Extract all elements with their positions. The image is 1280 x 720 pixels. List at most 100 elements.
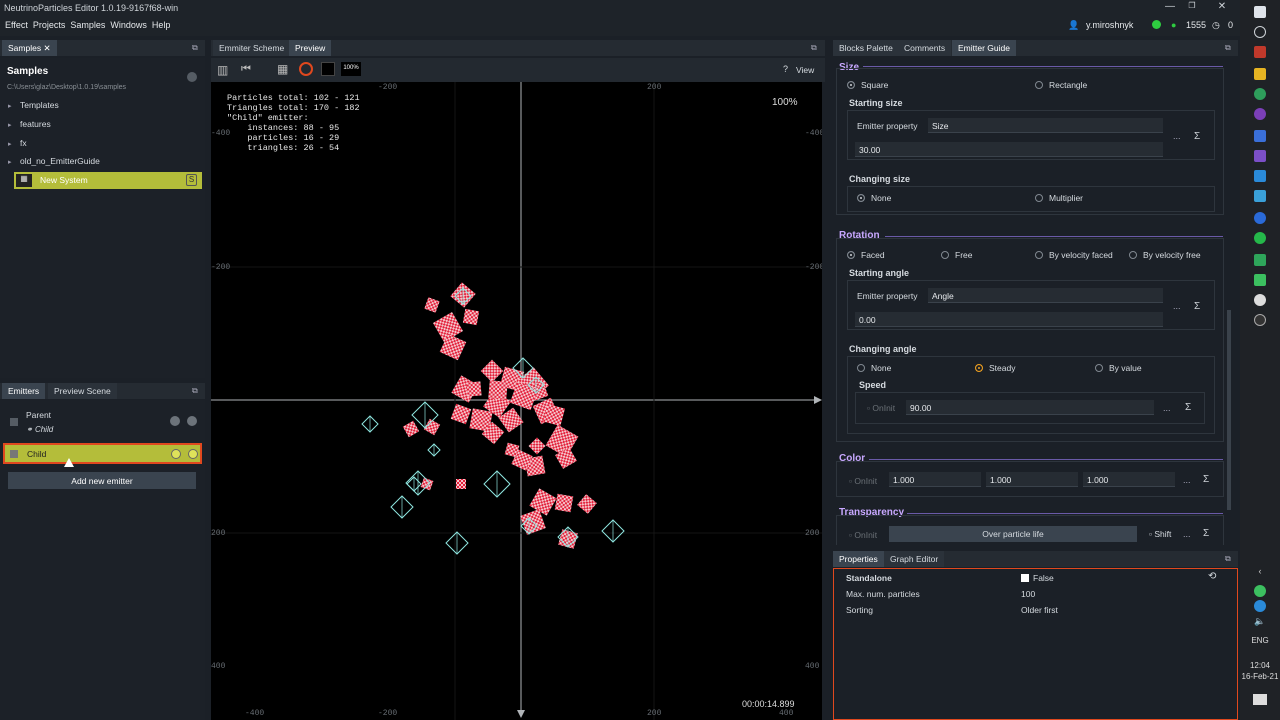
tab-preview-scene[interactable]: Preview Scene bbox=[48, 383, 117, 399]
radio-size-multiplier[interactable]: Multiplier bbox=[1035, 193, 1083, 203]
menu-effect[interactable]: Effect bbox=[5, 20, 28, 30]
color-oninit-checkbox[interactable]: ▫ OnInit bbox=[849, 476, 877, 486]
menu-windows[interactable]: Windows bbox=[110, 20, 147, 30]
radio-by-velocity-free[interactable]: By velocity free bbox=[1129, 250, 1201, 260]
transparency-oninit-checkbox[interactable]: ▫ OnInit bbox=[849, 530, 877, 540]
tree-item-old-no-emitter-guide[interactable]: ▸ old_no_EmitterGuide bbox=[8, 156, 100, 166]
radio-square[interactable]: Square bbox=[847, 80, 888, 90]
app-icon-red[interactable] bbox=[1254, 46, 1266, 58]
view-button[interactable]: View bbox=[796, 65, 814, 75]
app-icon-purple[interactable] bbox=[1254, 108, 1266, 120]
menu-samples[interactable]: Samples bbox=[70, 20, 105, 30]
right-panel-scrollbar[interactable] bbox=[1227, 310, 1231, 510]
close-icon[interactable]: ✕ bbox=[1215, 1, 1229, 15]
app-icon-lightblue[interactable] bbox=[1254, 190, 1266, 202]
angle-property-field[interactable]: Angle bbox=[928, 288, 1163, 303]
tab-properties[interactable]: Properties bbox=[833, 551, 884, 567]
emitter-checkbox[interactable] bbox=[10, 418, 18, 426]
folder-icon[interactable] bbox=[1254, 68, 1266, 80]
restart-icon[interactable]: ⏮ bbox=[241, 63, 251, 76]
tab-blocks-palette[interactable]: Blocks Palette bbox=[833, 40, 899, 56]
chrome-icon[interactable] bbox=[1254, 88, 1266, 100]
stats-icon[interactable]: ▥ bbox=[217, 63, 228, 77]
speed-value-field[interactable]: 90.00 bbox=[906, 400, 1154, 415]
shift-checkbox[interactable]: ▫ Shift bbox=[1149, 529, 1171, 539]
tray-chevron-icon[interactable]: ‹ bbox=[1241, 566, 1279, 576]
visibility-icon[interactable] bbox=[188, 449, 198, 459]
color-b-field[interactable]: 1.000 bbox=[1083, 472, 1175, 487]
more-button[interactable]: ... bbox=[1173, 131, 1181, 141]
sigma-icon[interactable]: Σ bbox=[1185, 402, 1191, 413]
emitter-parent-label[interactable]: Parent bbox=[26, 410, 51, 420]
app-icon-green2[interactable] bbox=[1254, 274, 1266, 286]
target-icon[interactable] bbox=[299, 62, 313, 76]
solo-icon[interactable] bbox=[171, 449, 181, 459]
float-panel-icon[interactable]: ⧉ bbox=[1225, 554, 1231, 564]
app-icon-green[interactable] bbox=[1254, 254, 1266, 266]
app-icon-dark[interactable] bbox=[1254, 314, 1266, 326]
more-button[interactable]: ... bbox=[1163, 403, 1171, 413]
radio-rectangle[interactable]: Rectangle bbox=[1035, 80, 1087, 90]
windows-start-icon[interactable] bbox=[1254, 6, 1266, 18]
float-panel-icon[interactable]: ⧉ bbox=[192, 386, 198, 396]
background-color-swatch[interactable] bbox=[321, 62, 335, 76]
sigma-icon[interactable]: Σ bbox=[1194, 131, 1200, 142]
color-g-field[interactable]: 1.000 bbox=[986, 472, 1078, 487]
grid-icon[interactable]: ▦ bbox=[277, 62, 288, 76]
tree-item-templates[interactable]: ▸ Templates bbox=[8, 100, 59, 110]
menu-projects[interactable]: Projects bbox=[33, 20, 66, 30]
restore-icon[interactable]: ❐ bbox=[1185, 1, 1199, 15]
minimize-icon[interactable]: — bbox=[1163, 1, 1177, 15]
tree-item-new-system[interactable]: ▦ New System S bbox=[14, 172, 202, 189]
reset-icon[interactable]: ⟲ bbox=[1208, 571, 1216, 582]
input-language[interactable]: ENG bbox=[1240, 636, 1280, 645]
more-button[interactable]: ... bbox=[1183, 529, 1191, 539]
expand-arrow-icon[interactable]: ▸ bbox=[8, 140, 20, 148]
zoom-100-button[interactable]: 100% bbox=[341, 62, 361, 76]
add-emitter-button[interactable]: Add new emitter bbox=[8, 472, 196, 489]
visibility-icon[interactable] bbox=[187, 416, 197, 426]
visual-studio-icon[interactable] bbox=[1254, 150, 1266, 162]
float-panel-icon[interactable]: ⧉ bbox=[192, 43, 198, 53]
prop-value-sorting[interactable]: Older first bbox=[1021, 605, 1058, 615]
tab-emitters[interactable]: Emitters bbox=[2, 383, 46, 399]
radio-size-none[interactable]: None bbox=[857, 193, 891, 203]
tab-emitter-guide[interactable]: Emitter Guide bbox=[952, 40, 1016, 56]
radio-angle-steady[interactable]: Steady bbox=[975, 363, 1015, 373]
radio-angle-by-value[interactable]: By value bbox=[1095, 363, 1142, 373]
over-particle-life-button[interactable]: Over particle life bbox=[889, 526, 1137, 542]
refresh-icon[interactable] bbox=[187, 72, 197, 82]
radio-faced[interactable]: Faced bbox=[847, 250, 885, 260]
user-name[interactable]: y.miroshnyk bbox=[1086, 20, 1133, 30]
app-icon-circle[interactable] bbox=[1254, 212, 1266, 224]
tab-graph-editor[interactable]: Graph Editor bbox=[884, 551, 945, 567]
speed-oninit-checkbox[interactable]: ▫ OnInit bbox=[867, 403, 895, 413]
sigma-icon[interactable]: Σ bbox=[1203, 528, 1209, 539]
app-icon-blue[interactable] bbox=[1254, 130, 1266, 142]
more-button[interactable]: ... bbox=[1183, 475, 1191, 485]
radio-angle-none[interactable]: None bbox=[857, 363, 891, 373]
emitter-checkbox[interactable] bbox=[10, 450, 18, 458]
tray-check-icon[interactable] bbox=[1254, 585, 1266, 597]
emitter-child-row[interactable]: Child bbox=[3, 443, 202, 464]
tab-preview[interactable]: Preview bbox=[289, 40, 332, 56]
expand-arrow-icon[interactable]: ▸ bbox=[8, 121, 20, 129]
tab-emitter-scheme[interactable]: Emmiter Scheme bbox=[213, 40, 291, 56]
tab-comments[interactable]: Comments bbox=[898, 40, 952, 56]
more-button[interactable]: ... bbox=[1173, 301, 1181, 311]
preview-viewport[interactable]: Particles total: 102 - 121 Triangles tot… bbox=[211, 82, 822, 720]
app-icon-white[interactable] bbox=[1254, 294, 1266, 306]
close-tab-icon[interactable]: ✕ bbox=[43, 43, 50, 53]
tab-samples[interactable]: Samples ✕ bbox=[2, 40, 57, 56]
color-r-field[interactable]: 1.000 bbox=[889, 472, 981, 487]
tray-telegram-icon[interactable] bbox=[1254, 600, 1266, 612]
radio-by-velocity-faced[interactable]: By velocity faced bbox=[1035, 250, 1113, 260]
angle-value-field[interactable]: 0.00 bbox=[855, 312, 1163, 327]
sigma-icon[interactable]: Σ bbox=[1203, 474, 1209, 485]
expand-arrow-icon[interactable]: ▸ bbox=[8, 158, 20, 166]
size-property-field[interactable]: Size bbox=[928, 118, 1163, 133]
notifications-icon[interactable] bbox=[1253, 694, 1267, 705]
sigma-icon[interactable]: Σ bbox=[1194, 301, 1200, 312]
tree-item-fx[interactable]: ▸ fx bbox=[8, 138, 27, 148]
prop-value-max-particles[interactable]: 100 bbox=[1021, 589, 1035, 599]
